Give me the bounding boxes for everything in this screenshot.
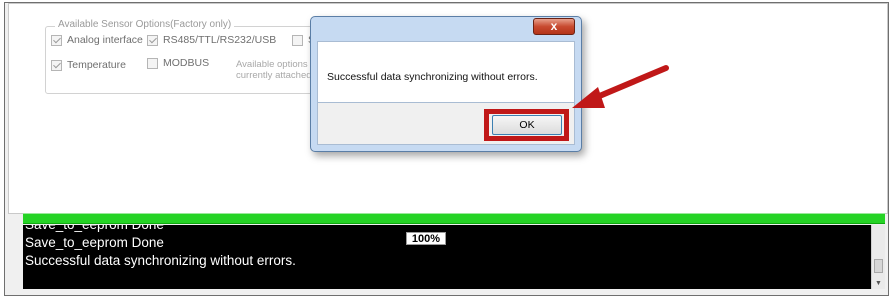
options-note: Available options fo currently attached (236, 59, 318, 81)
console-line: Successful data synchronizing without er… (25, 253, 296, 268)
option-modbus[interactable]: MODBUS (147, 57, 209, 69)
option-temperature[interactable]: Temperature (51, 59, 126, 71)
progress-bar (23, 213, 885, 224)
sensor-options-legend: Available Sensor Options(Factory only) (55, 19, 235, 30)
console-line: Save_to_eeprom Done (25, 225, 164, 233)
option-analog-interface[interactable]: Analog interface (51, 34, 143, 46)
temperature-label: Temperature (67, 59, 126, 71)
rs485-label: RS485/TTL/RS232/USB (163, 34, 277, 46)
analog-interface-label: Analog interface (67, 34, 143, 46)
modbus-label: MODBUS (163, 57, 210, 69)
scrollbar-thumb[interactable] (874, 259, 883, 273)
option-rs485[interactable]: RS485/TTL/RS232/USB (147, 34, 276, 46)
options-note-line-1: Available options fo (236, 59, 319, 70)
console-scrollbar[interactable]: ▼ (871, 225, 885, 289)
console-output: Save_to_eeprom Done Save_to_eeprom Done … (23, 225, 871, 289)
dialog-message: Successful data synchronizing without er… (327, 71, 538, 83)
dialog-body: Successful data synchronizing without er… (317, 41, 575, 103)
progress-percent-label: 100% (406, 232, 446, 245)
ok-button[interactable]: OK (492, 115, 562, 135)
console-line: Save_to_eeprom Done (25, 235, 164, 250)
red-arrow-icon (572, 65, 669, 108)
close-button[interactable]: x (533, 18, 575, 35)
analog-interface-checkbox[interactable] (51, 34, 62, 46)
s-checkbox[interactable] (292, 34, 303, 46)
options-note-line-2: currently attached (236, 70, 312, 81)
scroll-down-arrow-icon[interactable]: ▼ (875, 280, 882, 287)
modbus-checkbox[interactable] (147, 57, 158, 69)
rs485-checkbox[interactable] (147, 34, 158, 46)
temperature-checkbox[interactable] (51, 59, 62, 71)
